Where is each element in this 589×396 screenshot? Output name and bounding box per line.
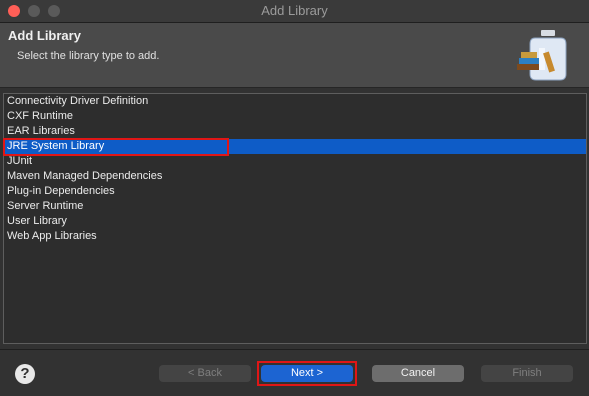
wizard-header: Add Library Select the library type to a… xyxy=(0,23,589,88)
help-button[interactable]: ? xyxy=(15,364,35,384)
window-titlebar: Add Library xyxy=(0,0,589,23)
list-item-server-runtime[interactable]: Server Runtime xyxy=(4,199,586,214)
library-jar-icon xyxy=(517,30,567,81)
window-title: Add Library xyxy=(261,3,328,18)
footer-separator xyxy=(0,349,589,350)
list-item-jre-system-library[interactable]: JRE System Library xyxy=(4,139,586,154)
list-item-cxf-runtime[interactable]: CXF Runtime xyxy=(4,109,586,124)
cancel-button[interactable]: Cancel xyxy=(372,365,464,382)
next-button[interactable]: Next > xyxy=(261,365,353,382)
list-item-ear-libraries[interactable]: EAR Libraries xyxy=(4,124,586,139)
list-item-web-app-libraries[interactable]: Web App Libraries xyxy=(4,229,586,244)
list-item-user-library[interactable]: User Library xyxy=(4,214,586,229)
wizard-description: Select the library type to add. xyxy=(17,50,160,62)
list-item-junit[interactable]: JUnit xyxy=(4,154,586,169)
library-type-list[interactable]: Connectivity Driver Definition CXF Runti… xyxy=(3,93,587,344)
list-item-connectivity-driver-definition[interactable]: Connectivity Driver Definition xyxy=(4,94,586,109)
list-item-plug-in-dependencies[interactable]: Plug-in Dependencies xyxy=(4,184,586,199)
list-item-maven-managed-dependencies[interactable]: Maven Managed Dependencies xyxy=(4,169,586,184)
back-button[interactable]: < Back xyxy=(159,365,251,382)
finish-button[interactable]: Finish xyxy=(481,365,573,382)
wizard-title: Add Library xyxy=(8,28,81,43)
